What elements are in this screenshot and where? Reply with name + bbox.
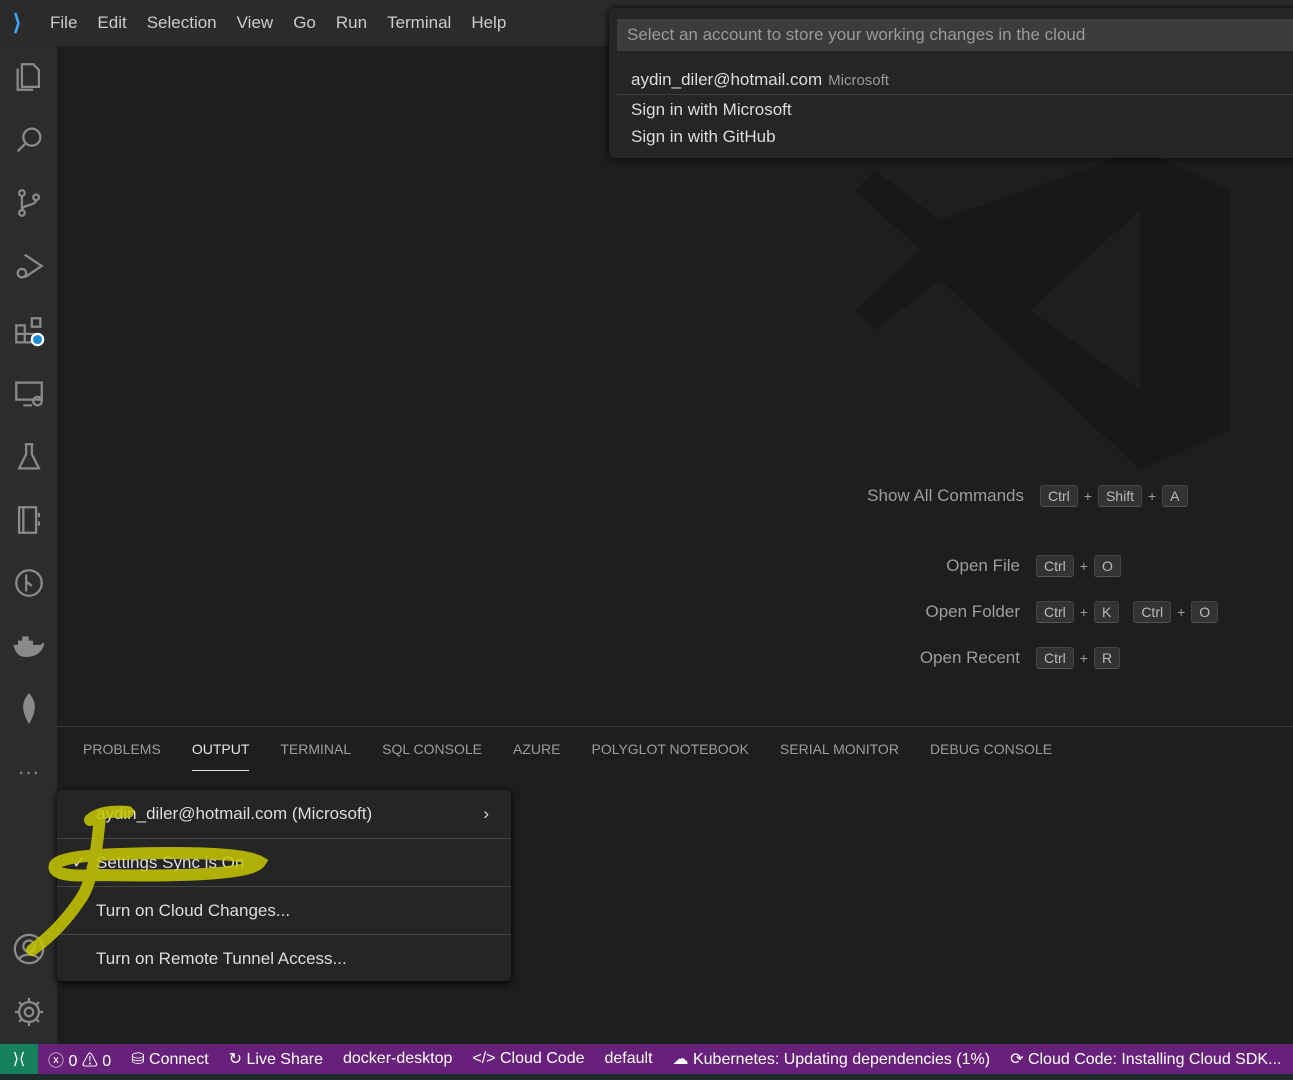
tab-azure[interactable]: AZURE bbox=[513, 741, 560, 763]
tab-terminal[interactable]: TERMINAL bbox=[280, 741, 351, 763]
keybinding-key: O bbox=[1191, 601, 1219, 623]
connect-label: Connect bbox=[149, 1051, 209, 1068]
vscode-logo-icon: ⟩ bbox=[12, 10, 22, 35]
namespace-status[interactable]: default bbox=[594, 1050, 662, 1068]
database-icon: ⛁ bbox=[131, 1051, 145, 1068]
keybinding-key: Ctrl bbox=[1040, 485, 1078, 507]
menu-item-settings-sync[interactable]: ✓ Settings Sync is On bbox=[57, 838, 511, 886]
check-icon: ✓ bbox=[72, 852, 87, 872]
plus-sign: + bbox=[1177, 604, 1186, 620]
quick-pick-item-microsoft[interactable]: Sign in with Microsoft bbox=[631, 100, 792, 120]
shortcut-row[interactable]: Open Recent Ctrl + R bbox=[820, 646, 1122, 670]
menu-help[interactable]: Help bbox=[461, 13, 516, 33]
keybinding-key: K bbox=[1093, 601, 1120, 623]
tab-polyglot-notebook[interactable]: POLYGLOT NOTEBOOK bbox=[591, 741, 748, 763]
problems-status[interactable]: ⓧ 0 ⚠ 0 bbox=[38, 1047, 121, 1071]
cloud-sdk-status[interactable]: ⟳ Cloud Code: Installing Cloud SDK... bbox=[1000, 1049, 1291, 1069]
sync-icon: ⟳ bbox=[1010, 1051, 1024, 1068]
cloud-code-label: Cloud Code bbox=[499, 1050, 585, 1067]
kubernetes-label: Kubernetes: Updating dependencies (1%) bbox=[692, 1051, 991, 1068]
tab-output[interactable]: OUTPUT bbox=[191, 741, 249, 771]
menu-file[interactable]: File bbox=[40, 13, 87, 33]
remote-indicator-icon[interactable]: ⟩⟨ bbox=[0, 1044, 38, 1074]
plus-sign: + bbox=[1079, 604, 1088, 620]
vscode-watermark-icon bbox=[855, 150, 1230, 470]
plus-sign: + bbox=[1079, 558, 1088, 574]
menu-run[interactable]: Run bbox=[326, 13, 377, 33]
cloud-download-icon: ☁ bbox=[672, 1051, 689, 1068]
account-label: aydin_diler@hotmail.com bbox=[631, 70, 823, 89]
menu-edit[interactable]: Edit bbox=[87, 13, 136, 33]
kubernetes-status[interactable]: ☁ Kubernetes: Updating dependencies (1%) bbox=[663, 1049, 1001, 1069]
accounts-menu: aydin_diler@hotmail.com (Microsoft) › ✓ Se… bbox=[57, 790, 511, 981]
menu-selection[interactable]: Selection bbox=[137, 13, 227, 33]
quick-pick-input[interactable]: Select an account to store your working … bbox=[617, 19, 1293, 51]
cloud-sdk-label: Cloud Code: Installing Cloud SDK... bbox=[1027, 1051, 1282, 1068]
menu-view[interactable]: View bbox=[227, 13, 284, 33]
manage-gear-icon[interactable] bbox=[0, 987, 57, 1037]
menu-item-account[interactable]: aydin_diler@hotmail.com (Microsoft) › bbox=[57, 790, 511, 838]
keybinding-key: A bbox=[1162, 485, 1188, 507]
live-share-icon: ↻ bbox=[228, 1051, 243, 1068]
run-debug-icon[interactable] bbox=[0, 241, 57, 291]
menu-item-cloud-changes[interactable]: Turn on Cloud Changes... bbox=[57, 886, 511, 934]
chevron-right-icon: › bbox=[483, 804, 489, 823]
keybinding-key: Shift bbox=[1097, 485, 1142, 507]
plus-sign: + bbox=[1147, 488, 1157, 504]
shortcut-label: Open Folder bbox=[925, 602, 1021, 621]
source-control-icon[interactable] bbox=[0, 178, 57, 228]
taskbar-edge bbox=[0, 1074, 1293, 1080]
tab-debug-console[interactable]: DEBUG CONSOLE bbox=[930, 741, 1052, 763]
tab-serial-monitor[interactable]: SERIAL MONITOR bbox=[780, 741, 899, 763]
error-count: 0 bbox=[68, 1053, 78, 1070]
git-graph-icon[interactable] bbox=[0, 558, 57, 608]
notebook-icon[interactable] bbox=[0, 495, 57, 545]
plus-sign: + bbox=[1083, 488, 1092, 504]
menu-label: aydin_diler@hotmail.com (Microsoft) bbox=[96, 804, 373, 823]
divider bbox=[617, 94, 1293, 95]
shortcut-label: Open Recent bbox=[919, 648, 1020, 667]
keybinding-key: O bbox=[1093, 555, 1121, 577]
menu-terminal[interactable]: Terminal bbox=[377, 13, 461, 33]
connect-status[interactable]: ⛁ Connect bbox=[121, 1049, 218, 1069]
tab-problems[interactable]: PROBLEMS bbox=[83, 741, 161, 763]
keybinding-key: Ctrl bbox=[1036, 601, 1074, 623]
plus-sign: + bbox=[1079, 650, 1088, 666]
quick-pick-item-github[interactable]: Sign in with GitHub bbox=[631, 127, 776, 147]
menu-label: Settings Sync is On bbox=[96, 852, 245, 872]
quick-pick-item-account[interactable]: aydin_diler@hotmail.com Microsoft bbox=[631, 70, 889, 90]
shortcut-label: Open File bbox=[946, 556, 1020, 575]
keybinding-key: R bbox=[1093, 647, 1121, 669]
warning-icon: ⚠ bbox=[81, 1053, 98, 1070]
code-icon: </> bbox=[472, 1050, 496, 1067]
live-share-status[interactable]: ↻ Live Share bbox=[219, 1049, 333, 1069]
warning-count: 0 bbox=[102, 1053, 112, 1070]
mongodb-icon[interactable] bbox=[0, 684, 57, 734]
testing-icon[interactable] bbox=[0, 432, 57, 482]
live-share-label: Live Share bbox=[246, 1051, 324, 1068]
cloud-code-status[interactable]: </> Cloud Code bbox=[462, 1050, 594, 1068]
shortcut-row[interactable]: Open File Ctrl + O bbox=[820, 554, 1123, 578]
explorer-icon[interactable] bbox=[0, 52, 57, 102]
quick-pick: Select an account to store your working … bbox=[609, 8, 1293, 158]
activity-bar: ··· bbox=[0, 46, 57, 1044]
extensions-icon[interactable] bbox=[0, 306, 57, 356]
docker-context-status[interactable]: docker-desktop bbox=[333, 1050, 462, 1068]
keybinding-key: Ctrl bbox=[1133, 601, 1172, 623]
status-bar: ⟩⟨ ⓧ 0 ⚠ 0 ⛁ Connect ↻ Live Share docker… bbox=[0, 1044, 1293, 1074]
menu-go[interactable]: Go bbox=[283, 13, 326, 33]
remote-explorer-icon[interactable] bbox=[0, 369, 57, 419]
keybinding-key: Ctrl bbox=[1036, 647, 1074, 669]
menu-item-remote-tunnel[interactable]: Turn on Remote Tunnel Access... bbox=[57, 934, 511, 982]
tab-sql-console[interactable]: SQL CONSOLE bbox=[382, 741, 482, 763]
shortcut-row[interactable]: Show All Commands Ctrl + Shift + A bbox=[820, 484, 1190, 508]
account-provider: Microsoft bbox=[828, 72, 889, 89]
shortcut-label: Show All Commands bbox=[867, 486, 1024, 505]
search-icon[interactable] bbox=[0, 115, 57, 165]
docker-icon[interactable] bbox=[0, 621, 57, 671]
accounts-icon[interactable] bbox=[0, 924, 57, 974]
more-icon[interactable]: ··· bbox=[0, 747, 57, 797]
keybinding-key: Ctrl bbox=[1036, 555, 1074, 577]
shortcut-row[interactable]: Open Folder Ctrl + K Ctrl + O bbox=[820, 600, 1220, 624]
